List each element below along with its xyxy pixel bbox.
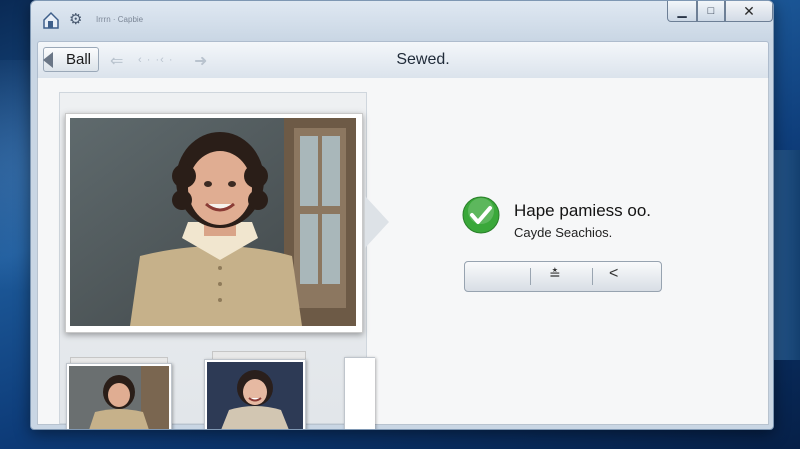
sliders-icon[interactable]: ≛ xyxy=(549,266,561,283)
success-check-icon xyxy=(462,196,500,234)
gear-icon[interactable]: ⚙ xyxy=(69,11,87,29)
home-icon[interactable] xyxy=(42,11,60,29)
title-bar: ⚙ Irrrn · Capbie ▁ □ ✕ xyxy=(31,1,773,35)
thumbnail-2[interactable] xyxy=(204,359,306,429)
thumbnail-strip xyxy=(66,351,375,429)
status-subtitle: Cayde Seachios. xyxy=(514,225,613,240)
window-controls: ▁ □ ✕ xyxy=(667,1,773,23)
content-area: Hape pamiess oo. Cayde Seachios. ≛ < xyxy=(37,78,769,429)
status-title: Hape pamiess oo. xyxy=(514,201,652,220)
app-window: ⚙ Irrrn · Capbie ▁ □ ✕ Ball ⇐ ‹ · ·‹ · ➜… xyxy=(30,0,774,430)
minimize-icon: ▁ xyxy=(677,4,687,18)
minimize-button[interactable]: ▁ xyxy=(667,1,697,22)
close-button[interactable]: ✕ xyxy=(725,1,773,22)
thumbnail-1-image xyxy=(69,366,169,429)
back-chevron-icon[interactable]: < xyxy=(609,265,618,283)
panel-pointer xyxy=(365,196,389,248)
window-title: Irrrn · Capbie xyxy=(96,15,144,24)
navigation-bar: Ball ⇐ ‹ · ·‹ · ➜ Sewed. xyxy=(37,41,769,79)
segment-divider xyxy=(530,268,531,285)
thumbnail-1[interactable] xyxy=(66,363,172,429)
action-bar: ≛ < xyxy=(464,261,662,292)
photo-panel xyxy=(59,92,375,429)
segment-divider xyxy=(592,268,593,285)
thumbnail-2-image xyxy=(207,362,303,429)
page-title: Sewed. xyxy=(396,51,450,68)
main-photo[interactable] xyxy=(65,113,363,333)
maximize-icon: □ xyxy=(707,5,715,17)
status-message: Hape pamiess oo. Cayde Seachios. xyxy=(462,195,702,245)
portrait-image xyxy=(70,118,356,326)
close-icon: ✕ xyxy=(743,2,755,19)
thumbnail-3[interactable] xyxy=(344,357,375,429)
maximize-button[interactable]: □ xyxy=(697,1,725,22)
